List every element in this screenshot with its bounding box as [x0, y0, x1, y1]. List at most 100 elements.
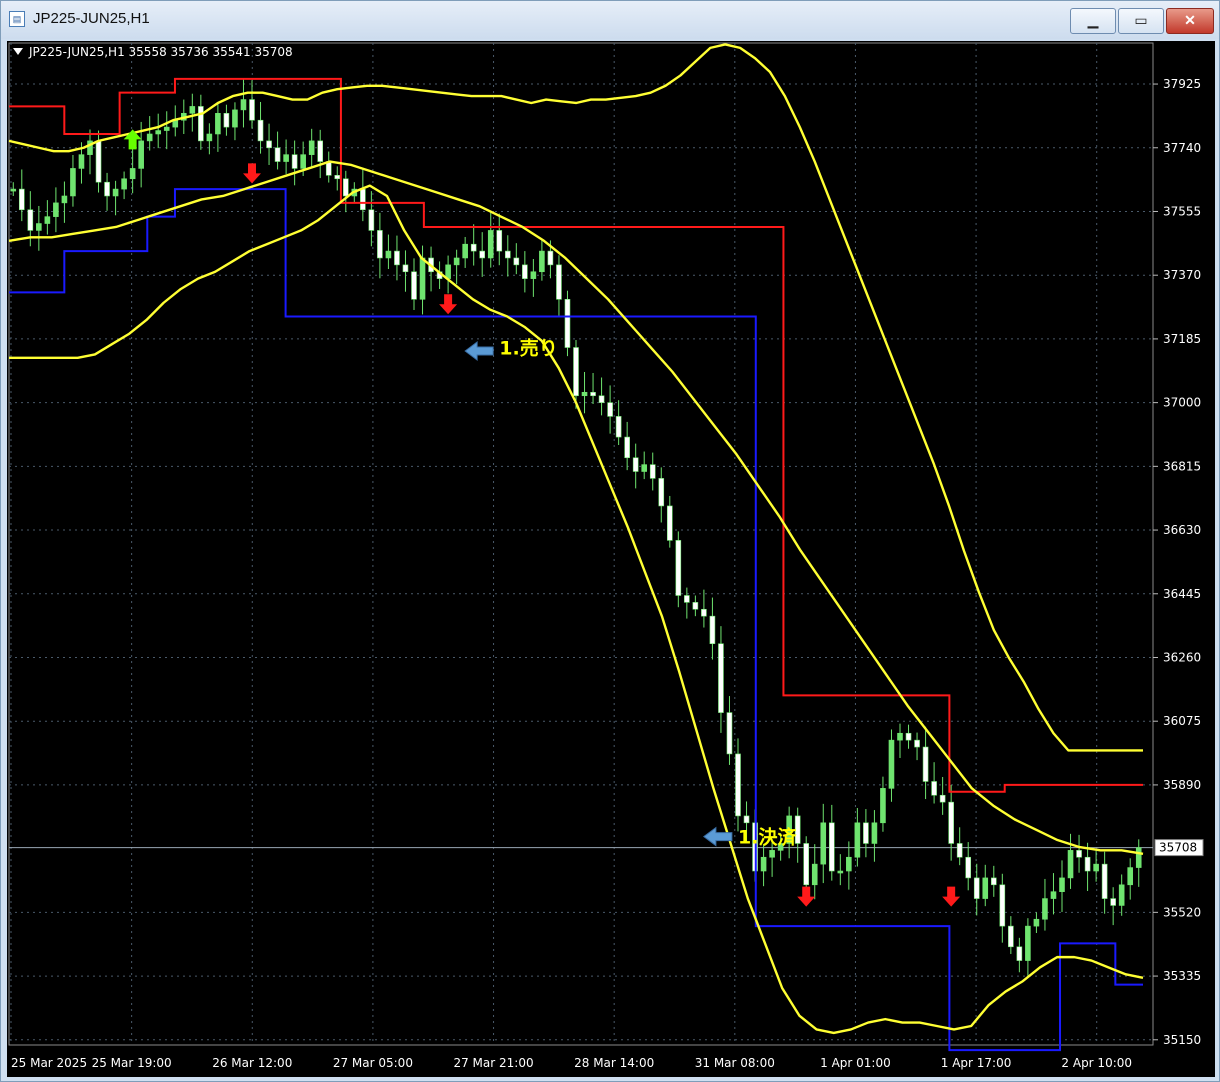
x-tick-label: 26 Mar 12:00 — [212, 1056, 292, 1070]
candle — [701, 608, 707, 617]
maximize-icon: ▭ — [1134, 12, 1148, 28]
candle — [377, 230, 383, 259]
window-title: JP225-JUN25,H1 — [33, 10, 150, 27]
candle — [53, 202, 59, 217]
candle — [487, 230, 494, 259]
candle — [232, 109, 238, 128]
candle — [837, 870, 844, 874]
x-tick-label: 25 Mar 19:00 — [92, 1056, 172, 1070]
candle — [249, 99, 255, 121]
candle — [36, 223, 42, 231]
price-chart[interactable]: 37925 37740 37555 37370 37185 37000 36815 36630… — [7, 41, 1215, 1077]
candle — [121, 178, 127, 190]
candle — [666, 505, 673, 541]
candle — [726, 712, 733, 755]
x-tick-label: 27 Mar 21:00 — [453, 1056, 533, 1070]
y-tick-label: 37185 — [1163, 332, 1201, 346]
y-tick-label: 36445 — [1163, 587, 1201, 601]
y-tick-label: 36260 — [1163, 650, 1201, 664]
candle — [300, 154, 306, 169]
candle — [803, 843, 810, 886]
candle — [607, 402, 613, 417]
maximize-button[interactable]: ▭ — [1118, 8, 1164, 34]
candle — [1033, 918, 1040, 927]
close-button[interactable]: ✕ — [1166, 8, 1214, 34]
candle — [1093, 863, 1099, 872]
candle — [948, 801, 954, 844]
candle — [334, 175, 341, 180]
candle — [18, 188, 25, 211]
candle — [530, 271, 537, 279]
candle — [223, 113, 230, 128]
collapse-triangle-icon[interactable] — [13, 48, 23, 55]
candle — [871, 822, 878, 844]
candle — [385, 250, 392, 259]
candle — [846, 856, 852, 872]
candle — [411, 271, 417, 300]
candle — [692, 602, 699, 610]
candle — [342, 178, 349, 197]
candle — [863, 822, 869, 844]
x-tick-label: 27 Mar 05:00 — [333, 1056, 413, 1070]
minimize-icon: ▁ — [1087, 12, 1099, 28]
candle — [138, 140, 144, 169]
candle — [1127, 867, 1134, 886]
title-bar[interactable]: ▤ JP225-JUN25,H1 ▁ ▭ ✕ — [1, 1, 1219, 39]
candle — [922, 746, 929, 782]
candle — [581, 391, 588, 397]
candle — [308, 140, 315, 155]
trade-annotation: 1.売り — [499, 337, 557, 360]
x-tick-label: 2 Apr 10:00 — [1061, 1056, 1132, 1070]
candle — [240, 99, 247, 111]
candle — [1110, 898, 1116, 906]
candle — [61, 195, 68, 204]
candle — [905, 732, 912, 741]
candle — [462, 243, 468, 259]
x-tick-label: 31 Mar 08:00 — [695, 1056, 775, 1070]
candle — [649, 464, 656, 479]
y-tick-label: 35150 — [1163, 1033, 1201, 1047]
candle — [70, 168, 76, 197]
candle — [189, 106, 196, 114]
candle — [982, 877, 989, 899]
candle — [811, 863, 818, 886]
candle — [291, 154, 298, 169]
candle — [470, 243, 477, 252]
chart-info-bar: JP225-JUN25,H1 35558 35736 35541 35708 — [13, 45, 293, 59]
candle — [709, 615, 716, 645]
candle — [419, 257, 426, 300]
candle — [496, 230, 503, 252]
candle — [146, 133, 153, 142]
candle — [513, 257, 520, 266]
candle — [163, 126, 170, 131]
candle — [675, 540, 682, 596]
candle — [590, 391, 596, 397]
candle — [956, 843, 963, 858]
candle — [78, 154, 85, 169]
x-tick-label: 25 Mar 2025 — [11, 1056, 87, 1070]
candle — [632, 457, 639, 472]
chart-area[interactable]: 37925 37740 37555 37370 37185 37000 36815 36630… — [7, 41, 1215, 1077]
trade-annotation: 1.決済 — [738, 826, 797, 849]
plot-frame — [8, 42, 1154, 1046]
candle — [1016, 946, 1023, 961]
candle — [1076, 850, 1082, 858]
candle — [453, 257, 460, 266]
candle — [317, 140, 324, 162]
chart-window-icon: ▤ — [9, 11, 25, 27]
y-tick-label: 36075 — [1163, 714, 1201, 728]
candle — [360, 188, 366, 211]
minimize-button[interactable]: ▁ — [1070, 8, 1116, 34]
candle — [104, 181, 110, 197]
close-icon: ✕ — [1184, 12, 1196, 28]
candle — [828, 822, 835, 872]
candle — [10, 188, 17, 192]
y-tick-label: 37925 — [1163, 77, 1201, 91]
candle — [990, 877, 997, 886]
candle — [1118, 884, 1125, 906]
y-tick-label: 35520 — [1163, 905, 1201, 919]
candle — [198, 106, 204, 142]
candle — [266, 140, 272, 149]
y-tick-label: 35890 — [1163, 778, 1201, 792]
candle — [718, 643, 724, 713]
